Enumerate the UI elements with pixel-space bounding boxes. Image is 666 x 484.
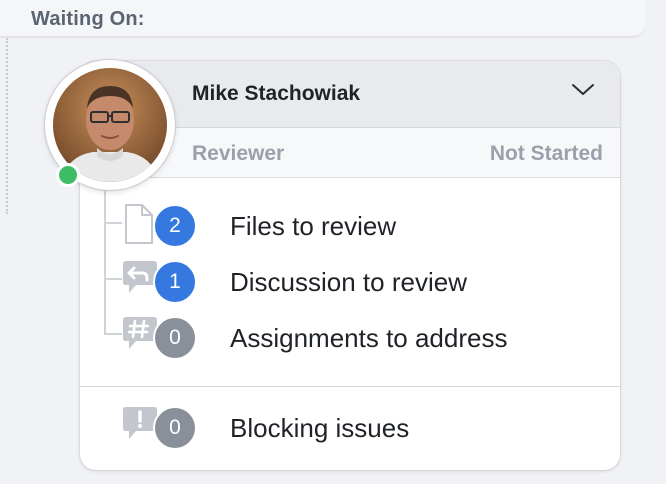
divider xyxy=(80,386,620,387)
hash-comment-icon xyxy=(120,314,157,354)
assignments-count-badge: 0 xyxy=(153,316,197,360)
blocking-count-badge: 0 xyxy=(153,406,197,450)
assignments-to-address-label: Assignments to address xyxy=(230,323,508,353)
file-icon xyxy=(120,202,156,244)
reply-comment-icon xyxy=(120,258,157,298)
reviewer-name: Mike Stachowiak xyxy=(192,82,361,105)
waiting-on-header: Waiting On: xyxy=(0,0,646,37)
timeline-connector xyxy=(6,38,8,214)
blocking-issues-row[interactable]: 0 Blocking issues xyxy=(80,400,620,452)
files-to-review-label: Files to review xyxy=(230,211,397,241)
discussion-count-badge: 1 xyxy=(153,260,197,304)
section-title: Waiting On: xyxy=(31,8,145,30)
files-count-badge: 2 xyxy=(153,204,197,248)
chevron-down-icon[interactable] xyxy=(570,77,596,103)
discussion-to-review-row[interactable]: 1 Discussion to review xyxy=(80,254,620,306)
exclamation-comment-icon xyxy=(120,404,157,444)
reviewer-role: Reviewer xyxy=(192,142,285,165)
blocking-issues-label: Blocking issues xyxy=(230,413,410,443)
review-status: Not Started xyxy=(489,142,603,165)
discussion-to-review-label: Discussion to review xyxy=(230,267,467,297)
online-status-indicator xyxy=(56,163,80,187)
assignments-to-address-row[interactable]: 0 Assignments to address xyxy=(80,310,620,362)
files-to-review-row[interactable]: 2 Files to review xyxy=(80,198,620,250)
